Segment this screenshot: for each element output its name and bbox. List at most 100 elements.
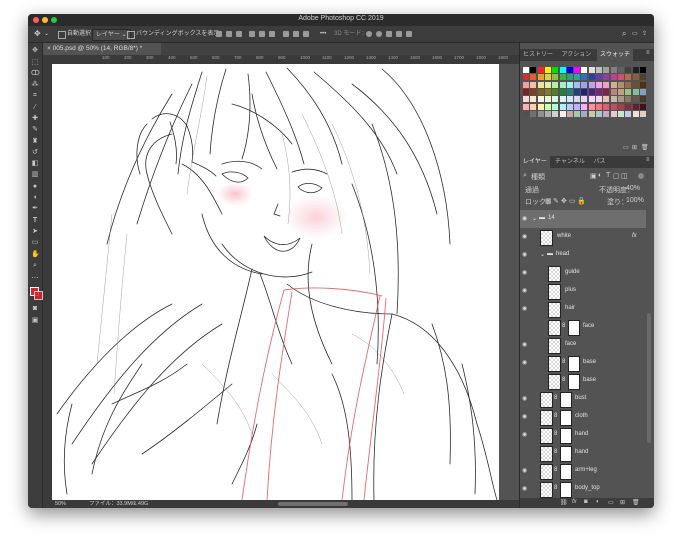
color-swatch[interactable]: [610, 81, 617, 88]
layer-row[interactable]: ◉ 8 hand: [520, 426, 646, 445]
color-swatch[interactable]: [530, 74, 537, 81]
gradient-tool-icon[interactable]: ▥: [31, 171, 39, 178]
color-swatch[interactable]: [574, 81, 581, 88]
color-swatch[interactable]: [530, 81, 537, 88]
layer-thumbnail[interactable]: [548, 374, 561, 390]
layer-row[interactable]: ◉ hair: [520, 300, 646, 319]
layer-thumbnail[interactable]: [540, 446, 553, 462]
3d-orbit-icon[interactable]: [366, 31, 372, 37]
visibility-eye-icon[interactable]: ◉: [522, 414, 528, 420]
bounding-box-checkbox[interactable]: [127, 31, 135, 39]
color-swatch[interactable]: [596, 110, 602, 117]
filter-type-icon[interactable]: T: [606, 172, 610, 179]
color-swatch[interactable]: [581, 74, 588, 81]
color-swatch[interactable]: [596, 81, 602, 88]
path-selection-icon[interactable]: ➤: [31, 228, 39, 235]
color-swatch[interactable]: [530, 67, 537, 73]
layer-row[interactable]: ◉ white fx: [520, 228, 646, 247]
color-swatch[interactable]: [574, 96, 581, 103]
color-swatch[interactable]: [617, 67, 624, 73]
align-middle-icon[interactable]: [226, 31, 232, 37]
visibility-eye-icon[interactable]: ◉: [522, 342, 528, 348]
lock-image-icon[interactable]: ✎: [553, 197, 559, 205]
color-swatch[interactable]: [566, 88, 573, 95]
layer-row[interactable]: 8 hand: [520, 444, 646, 463]
canvas-artwork[interactable]: [52, 64, 499, 500]
color-swatch[interactable]: [610, 103, 617, 110]
color-swatch[interactable]: [639, 88, 646, 95]
layer-row[interactable]: ◉ ⌄ ▬ head: [520, 246, 646, 265]
color-swatch[interactable]: [617, 103, 624, 110]
mask-link-icon[interactable]: 8: [554, 413, 557, 419]
mask-link-icon[interactable]: 8: [554, 395, 557, 401]
blend-mode-dropdown[interactable]: 通過: [525, 185, 539, 195]
layer-thumbnail[interactable]: [548, 284, 561, 300]
color-swatch[interactable]: [596, 96, 602, 103]
color-swatch[interactable]: [574, 110, 581, 117]
layer-mask-thumbnail[interactable]: [560, 482, 572, 498]
type-tool-icon[interactable]: T: [31, 217, 39, 224]
filter-kind-dropdown[interactable]: 種類: [531, 172, 545, 182]
new-group-icon[interactable]: ▭: [608, 499, 614, 506]
color-swatch[interactable]: [596, 67, 602, 73]
color-swatch[interactable]: [588, 110, 595, 117]
layer-effects-icon[interactable]: fx: [632, 233, 637, 239]
visibility-eye-icon[interactable]: ◉: [522, 252, 528, 258]
layer-name[interactable]: hair: [565, 305, 575, 311]
color-swatch[interactable]: [610, 96, 617, 103]
hand-tool-icon[interactable]: ✋: [31, 251, 40, 258]
color-swatch[interactable]: [617, 110, 624, 117]
align-bottom-icon[interactable]: [236, 31, 242, 37]
color-swatch[interactable]: [639, 81, 646, 88]
color-swatch[interactable]: [581, 88, 588, 95]
top-panel-tab-2[interactable]: スウォッチ: [597, 49, 634, 61]
color-swatch[interactable]: [530, 96, 537, 103]
mask-link-icon[interactable]: 8: [562, 323, 565, 329]
color-swatch[interactable]: [530, 103, 537, 110]
color-swatch[interactable]: [552, 88, 559, 95]
layer-row[interactable]: ◉ ⌄ ▬ 14: [520, 210, 646, 229]
color-swatch[interactable]: [574, 67, 581, 73]
move-tool-icon[interactable]: ✥: [31, 47, 39, 54]
lock-artboard-icon[interactable]: ▭: [569, 197, 576, 205]
color-swatch[interactable]: [603, 81, 610, 88]
color-swatch[interactable]: [552, 67, 559, 73]
color-swatch[interactable]: [523, 67, 529, 73]
color-swatch[interactable]: [588, 81, 595, 88]
color-swatch[interactable]: [632, 96, 639, 103]
visibility-eye-icon[interactable]: ◉: [522, 396, 528, 402]
color-swatch[interactable]: [537, 74, 544, 81]
layer-mask-thumbnail[interactable]: [560, 392, 572, 408]
layer-thumbnail[interactable]: [540, 230, 553, 246]
lock-all-icon[interactable]: 🔒: [577, 197, 586, 205]
zoom-level[interactable]: 50%: [55, 500, 66, 508]
layer-name[interactable]: hand: [575, 449, 588, 455]
color-swatch[interactable]: [552, 74, 559, 81]
auto-select-checkbox[interactable]: [58, 31, 66, 39]
lock-transparent-icon[interactable]: ▦: [545, 197, 552, 205]
mask-link-icon[interactable]: 8: [554, 431, 557, 437]
swatch-folder-icon[interactable]: ▭: [623, 144, 629, 151]
color-swatch[interactable]: [596, 88, 602, 95]
distribute-top-icon[interactable]: [283, 31, 289, 37]
color-swatch[interactable]: [523, 88, 529, 95]
layer-row[interactable]: ◉ plus: [520, 282, 646, 301]
new-layer-icon[interactable]: ⊞: [620, 499, 625, 506]
visibility-eye-icon[interactable]: ◉: [522, 270, 528, 276]
adjustment-layer-icon[interactable]: ◐: [596, 499, 600, 505]
align-top-icon[interactable]: [216, 31, 222, 37]
color-swatch[interactable]: [588, 103, 595, 110]
layer-name[interactable]: arm+leg: [575, 467, 597, 473]
color-swatch[interactable]: [523, 103, 529, 110]
color-swatch[interactable]: [552, 81, 559, 88]
filter-smart-object-icon[interactable]: ◫: [621, 172, 628, 180]
color-swatch[interactable]: [537, 96, 544, 103]
layer-row[interactable]: ◉ face: [520, 336, 646, 355]
color-swatch[interactable]: [537, 103, 544, 110]
more-tools-icon[interactable]: ⋯: [31, 275, 39, 282]
color-swatch[interactable]: [625, 88, 632, 95]
mask-link-icon[interactable]: 8: [554, 449, 557, 455]
layers-scrollbar[interactable]: [647, 313, 651, 443]
color-swatch[interactable]: [574, 88, 581, 95]
color-swatch[interactable]: [559, 88, 566, 95]
